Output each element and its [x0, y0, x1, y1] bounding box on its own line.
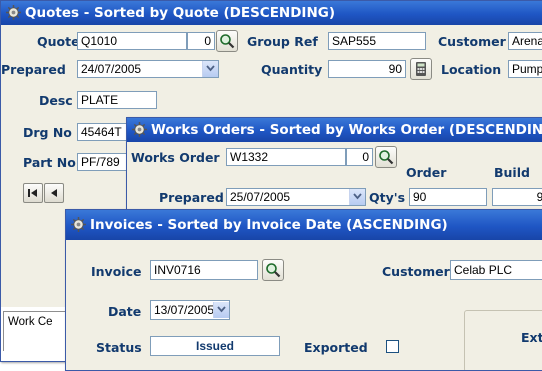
magnifier-icon	[379, 150, 394, 165]
gear-icon	[132, 122, 147, 137]
status-label: Status	[96, 340, 142, 355]
customer-field[interactable]: Arena	[508, 32, 542, 50]
invoices-titlebar[interactable]: Invoices - Sorted by Invoice Date (ASCEN…	[66, 210, 542, 240]
magnifier-icon	[266, 263, 281, 278]
previous-record-icon	[51, 189, 57, 197]
qtys-label: Qty's	[369, 190, 406, 205]
calculator-icon	[416, 62, 426, 76]
status-field[interactable]: Issued	[150, 336, 280, 356]
inv-customer-field[interactable]: Celab PLC	[450, 260, 542, 280]
invoice-lookup-button[interactable]	[262, 259, 284, 281]
works-order-count-field[interactable]: 0	[346, 148, 373, 166]
invoice-label: Invoice	[91, 264, 142, 279]
wo-prepared-date-value: 25/07/2005	[230, 190, 291, 204]
inv-date-value: 13/07/2005	[154, 303, 215, 317]
quantity-field[interactable]: 90	[328, 60, 406, 78]
location-field[interactable]: Pump	[508, 60, 542, 78]
location-label: Location	[441, 62, 502, 77]
desc-label: Desc	[39, 93, 73, 108]
works-order-lookup-button[interactable]	[375, 146, 397, 168]
prepared-date-value: 24/07/2005	[81, 62, 142, 76]
chevron-down-icon	[353, 193, 362, 200]
chevron-down-icon	[206, 65, 215, 72]
prepared-label: Prepared	[1, 62, 66, 77]
exported-label: Exported	[304, 340, 368, 355]
gear-icon	[6, 5, 21, 20]
inv-date-dropdown-button[interactable]	[213, 302, 229, 318]
works-orders-title: Works Orders - Sorted by Works Order (DE…	[151, 122, 542, 138]
part-no-label: Part No	[23, 155, 76, 170]
invoice-field[interactable]: INV0716	[150, 260, 258, 280]
order-label: Order	[406, 165, 447, 180]
prepared-dropdown-button[interactable]	[202, 61, 218, 77]
quote-count-field[interactable]: 0	[187, 32, 215, 50]
wo-prepared-dropdown-button[interactable]	[349, 189, 365, 205]
quotes-title: Quotes - Sorted by Quote (DESCENDING)	[25, 5, 335, 21]
wo-prepared-label: Prepared	[159, 190, 224, 205]
previous-record-button[interactable]	[44, 183, 64, 203]
external-group-label: Exter	[521, 330, 542, 345]
first-record-button[interactable]	[23, 183, 43, 203]
qty-field[interactable]: 90	[409, 188, 487, 206]
chevron-down-icon	[217, 306, 226, 313]
quantity-label: Quantity	[261, 62, 323, 77]
status-value: Issued	[195, 339, 234, 353]
quote-label: Quote	[37, 34, 80, 49]
drg-no-label: Drg No	[23, 125, 72, 140]
tab-work-centre-label: Work Ce	[8, 316, 53, 328]
invoices-title: Invoices - Sorted by Invoice Date (ASCEN…	[90, 217, 448, 233]
first-record-icon	[28, 189, 37, 197]
quote-lookup-button[interactable]	[216, 30, 238, 52]
prepared-date-field[interactable]: 24/07/2005	[77, 60, 219, 78]
group-ref-label: Group Ref	[247, 34, 318, 49]
inv-date-label: Date	[108, 304, 142, 319]
works-orders-titlebar[interactable]: Works Orders - Sorted by Works Order (DE…	[127, 118, 542, 142]
works-order-label: Works Order	[131, 150, 220, 165]
gear-icon	[71, 217, 86, 232]
wo-prepared-date-field[interactable]: 25/07/2005	[226, 188, 366, 206]
desc-field[interactable]: PLATE	[77, 91, 157, 109]
tab-work-centre[interactable]: Work Ce	[3, 311, 69, 351]
build-label: Build	[494, 165, 530, 180]
quotes-titlebar[interactable]: Quotes - Sorted by Quote (DESCENDING)	[1, 1, 542, 25]
magnifier-icon	[220, 34, 235, 49]
build-qty-field[interactable]: 90	[492, 188, 542, 206]
inv-date-field[interactable]: 13/07/2005	[150, 300, 230, 320]
calculator-button[interactable]	[410, 58, 432, 80]
inv-customer-label: Customer	[382, 264, 450, 279]
works-order-field[interactable]: W1332	[226, 148, 346, 166]
group-ref-field[interactable]: SAP555	[328, 32, 426, 50]
customer-label: Customer	[438, 34, 506, 49]
external-groupbox: Exter	[464, 310, 542, 370]
quote-field[interactable]: Q1010	[77, 32, 187, 50]
